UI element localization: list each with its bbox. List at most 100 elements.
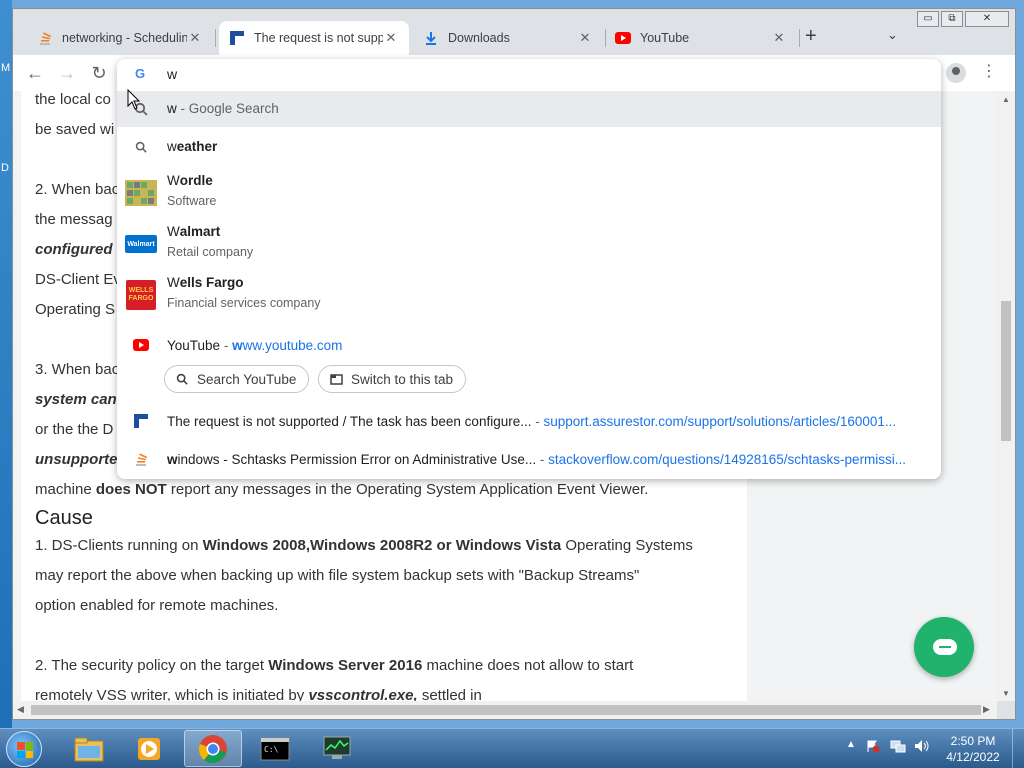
logo-text: FARGO <box>128 295 154 302</box>
scroll-right-icon[interactable]: ▶ <box>983 704 990 715</box>
chrome-icon[interactable] <box>184 730 242 767</box>
suggestion-google-search[interactable]: w - Google Search <box>117 91 941 127</box>
forward-button[interactable]: → <box>55 61 79 85</box>
bold-text: does NOT <box>95 481 167 498</box>
vertical-scrollbar[interactable]: ▲ ▼ <box>997 91 1015 701</box>
task-manager-icon[interactable] <box>308 730 366 767</box>
scroll-up-icon[interactable]: ▲ <box>1002 95 1010 104</box>
suggestion-text: Walmart <box>167 224 220 239</box>
suggestion-wordle[interactable]: Wordle Software <box>117 169 941 217</box>
omnibox-dropdown: G w w - Google Search weather Wordle Sof… <box>117 59 941 479</box>
close-tab-icon[interactable]: ✕ <box>577 30 593 46</box>
suggestion-assurestor[interactable]: The request is not supported / The task … <box>117 403 941 439</box>
reload-button[interactable]: ↻ <box>87 61 111 85</box>
maximize-button[interactable]: ⧉ <box>941 11 963 27</box>
new-tab-button[interactable]: + <box>805 25 817 48</box>
tab-search-button[interactable]: ⌄ <box>887 27 898 43</box>
address-input[interactable]: w <box>167 66 177 82</box>
cause-heading: Cause <box>35 507 93 529</box>
text-span: settled in <box>417 687 482 701</box>
typed-prefix: W <box>167 173 180 188</box>
show-hidden-icons-icon[interactable]: ▲ <box>846 739 856 750</box>
text-span: 2. The security policy on the target <box>35 657 269 674</box>
youtube-icon <box>615 30 631 46</box>
clock-time: 2:50 PM <box>950 734 996 748</box>
suggestion-text: Wells Fargo <box>167 275 244 290</box>
switch-to-tab-button[interactable]: Switch to this tab <box>318 365 467 393</box>
close-tab-icon[interactable]: ✕ <box>383 30 399 46</box>
tab-downloads[interactable]: Downloads ✕ <box>413 21 603 55</box>
profile-avatar-icon[interactable] <box>946 63 966 83</box>
action-center-icon[interactable] <box>866 739 880 756</box>
emphasis-text: configured <box>35 241 113 258</box>
suggestion-stackoverflow[interactable]: windows - Schtasks Permission Error on A… <box>117 441 941 477</box>
show-desktop-button[interactable] <box>1012 729 1024 768</box>
minimize-button[interactable]: ▭ <box>917 11 939 27</box>
desktop-edge: M D <box>0 0 12 728</box>
article-line: machine does NOT report any messages in … <box>35 481 648 498</box>
scrollbar-thumb[interactable] <box>31 705 981 715</box>
stackoverflow-icon <box>37 30 53 46</box>
page-title: The request is not supported / The task … <box>167 414 532 429</box>
article-line: the local co <box>35 91 111 108</box>
suggestion-subtitle: Financial services company <box>167 296 321 310</box>
suggestion-subtitle: Software <box>167 194 217 208</box>
suggestion-subtitle: Retail company <box>167 245 254 259</box>
tab-networking[interactable]: networking - Scheduling ✕ <box>27 21 213 55</box>
suggestion-walmart[interactable]: Walmart Walmart Retail company <box>117 220 941 268</box>
chat-widget-button[interactable] <box>914 617 974 677</box>
completion-text: almart <box>179 224 221 239</box>
typed-prefix: W <box>167 275 180 290</box>
explorer-icon[interactable] <box>60 730 118 767</box>
separator: - <box>536 452 549 467</box>
article-line: Operating S <box>35 301 116 318</box>
media-player-icon[interactable] <box>120 730 178 767</box>
desktop-icon-label: D <box>1 162 9 174</box>
suggestion-youtube-actions: Search YouTube Switch to this tab <box>117 365 941 395</box>
clock-date: 4/12/2022 <box>946 750 1000 764</box>
suggestion-wells-fargo[interactable]: WELLS FARGO Wells Fargo Financial service… <box>117 271 941 319</box>
scroll-down-icon[interactable]: ▼ <box>1002 689 1010 698</box>
suggestion-youtube[interactable]: YouTube - www.youtube.com <box>117 327 941 363</box>
volume-icon[interactable] <box>914 739 930 756</box>
start-button[interactable] <box>6 731 42 767</box>
separator: - <box>531 414 544 429</box>
search-youtube-button[interactable]: Search YouTube <box>164 365 310 393</box>
suggestion-weather[interactable]: weather <box>117 129 941 165</box>
horizontal-scrollbar[interactable]: ◀ ▶ <box>13 701 997 719</box>
menu-icon[interactable]: ⋮ <box>981 61 997 81</box>
cmd-icon[interactable]: C:\ <box>246 730 304 767</box>
walmart-logo-icon: Walmart <box>125 228 157 260</box>
article-line: the messag <box>35 211 113 228</box>
site-title: YouTube <box>167 338 221 353</box>
bold-text: Windows 2008,Windows 2008R2 or Windows V… <box>202 537 562 554</box>
article-line: 2. The security policy on the target Win… <box>35 657 633 674</box>
search-icon <box>175 372 189 386</box>
article-line: system can <box>35 391 117 408</box>
assurestor-icon <box>229 30 245 46</box>
wells-fargo-logo-icon: WELLS FARGO <box>125 279 157 311</box>
page-title: indows - Schtasks Permission Error on Ad… <box>177 452 537 467</box>
suggestion-text: w - Google Search <box>167 101 279 116</box>
article-line: be saved wi <box>35 121 115 138</box>
download-icon <box>423 30 439 46</box>
windows-logo-icon <box>17 742 33 758</box>
tab-request-not-supported[interactable]: The request is not suppo ✕ <box>219 21 409 55</box>
scrollbar-thumb[interactable] <box>1001 301 1011 441</box>
network-icon[interactable] <box>890 739 906 756</box>
close-button[interactable]: ✕ <box>965 11 1009 27</box>
close-tab-icon[interactable]: ✕ <box>187 30 203 46</box>
tab-title: networking - Scheduling <box>62 31 187 45</box>
system-clock[interactable]: 2:50 PM 4/12/2022 <box>942 733 1004 765</box>
assurestor-icon <box>125 405 157 437</box>
url-text: stackoverflow.com/questions/14928165/sch… <box>548 452 907 467</box>
tab-youtube[interactable]: YouTube ✕ <box>605 21 797 55</box>
back-button[interactable]: ← <box>23 61 47 85</box>
address-bar[interactable]: G w <box>117 59 941 89</box>
article-line: unsupporte <box>35 451 118 468</box>
text-span: machine <box>35 481 96 498</box>
chip-label: Switch to this tab <box>351 371 454 387</box>
close-tab-icon[interactable]: ✕ <box>771 30 787 46</box>
stackoverflow-icon <box>125 443 157 475</box>
scroll-left-icon[interactable]: ◀ <box>17 704 24 715</box>
